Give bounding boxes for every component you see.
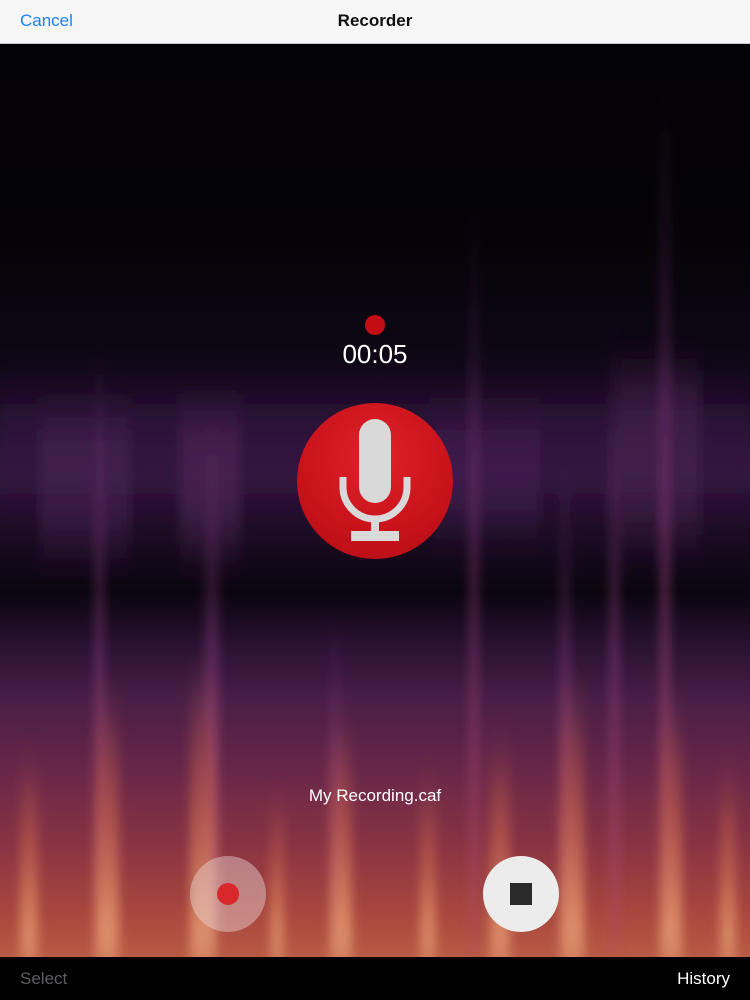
microphone-icon (339, 419, 411, 541)
elapsed-time: 00:05 (342, 339, 408, 369)
select-button[interactable]: Select (20, 969, 67, 989)
history-button[interactable]: History (677, 969, 730, 989)
recording-filename: My Recording.caf (308, 786, 442, 805)
bottom-toolbar: Select History (0, 957, 750, 1000)
page-title: Recorder (337, 11, 413, 30)
stop-button[interactable] (483, 856, 559, 932)
recording-indicator (365, 315, 385, 335)
navigation-bar: Cancel Recorder (0, 0, 750, 44)
record-button[interactable] (190, 856, 266, 932)
stop-square-icon (510, 883, 532, 905)
recorder-screen: Cancel Recorder 00:05 My Recording.caf S… (0, 0, 750, 1000)
record-dot-icon (217, 883, 239, 905)
microphone-button[interactable] (297, 403, 453, 559)
